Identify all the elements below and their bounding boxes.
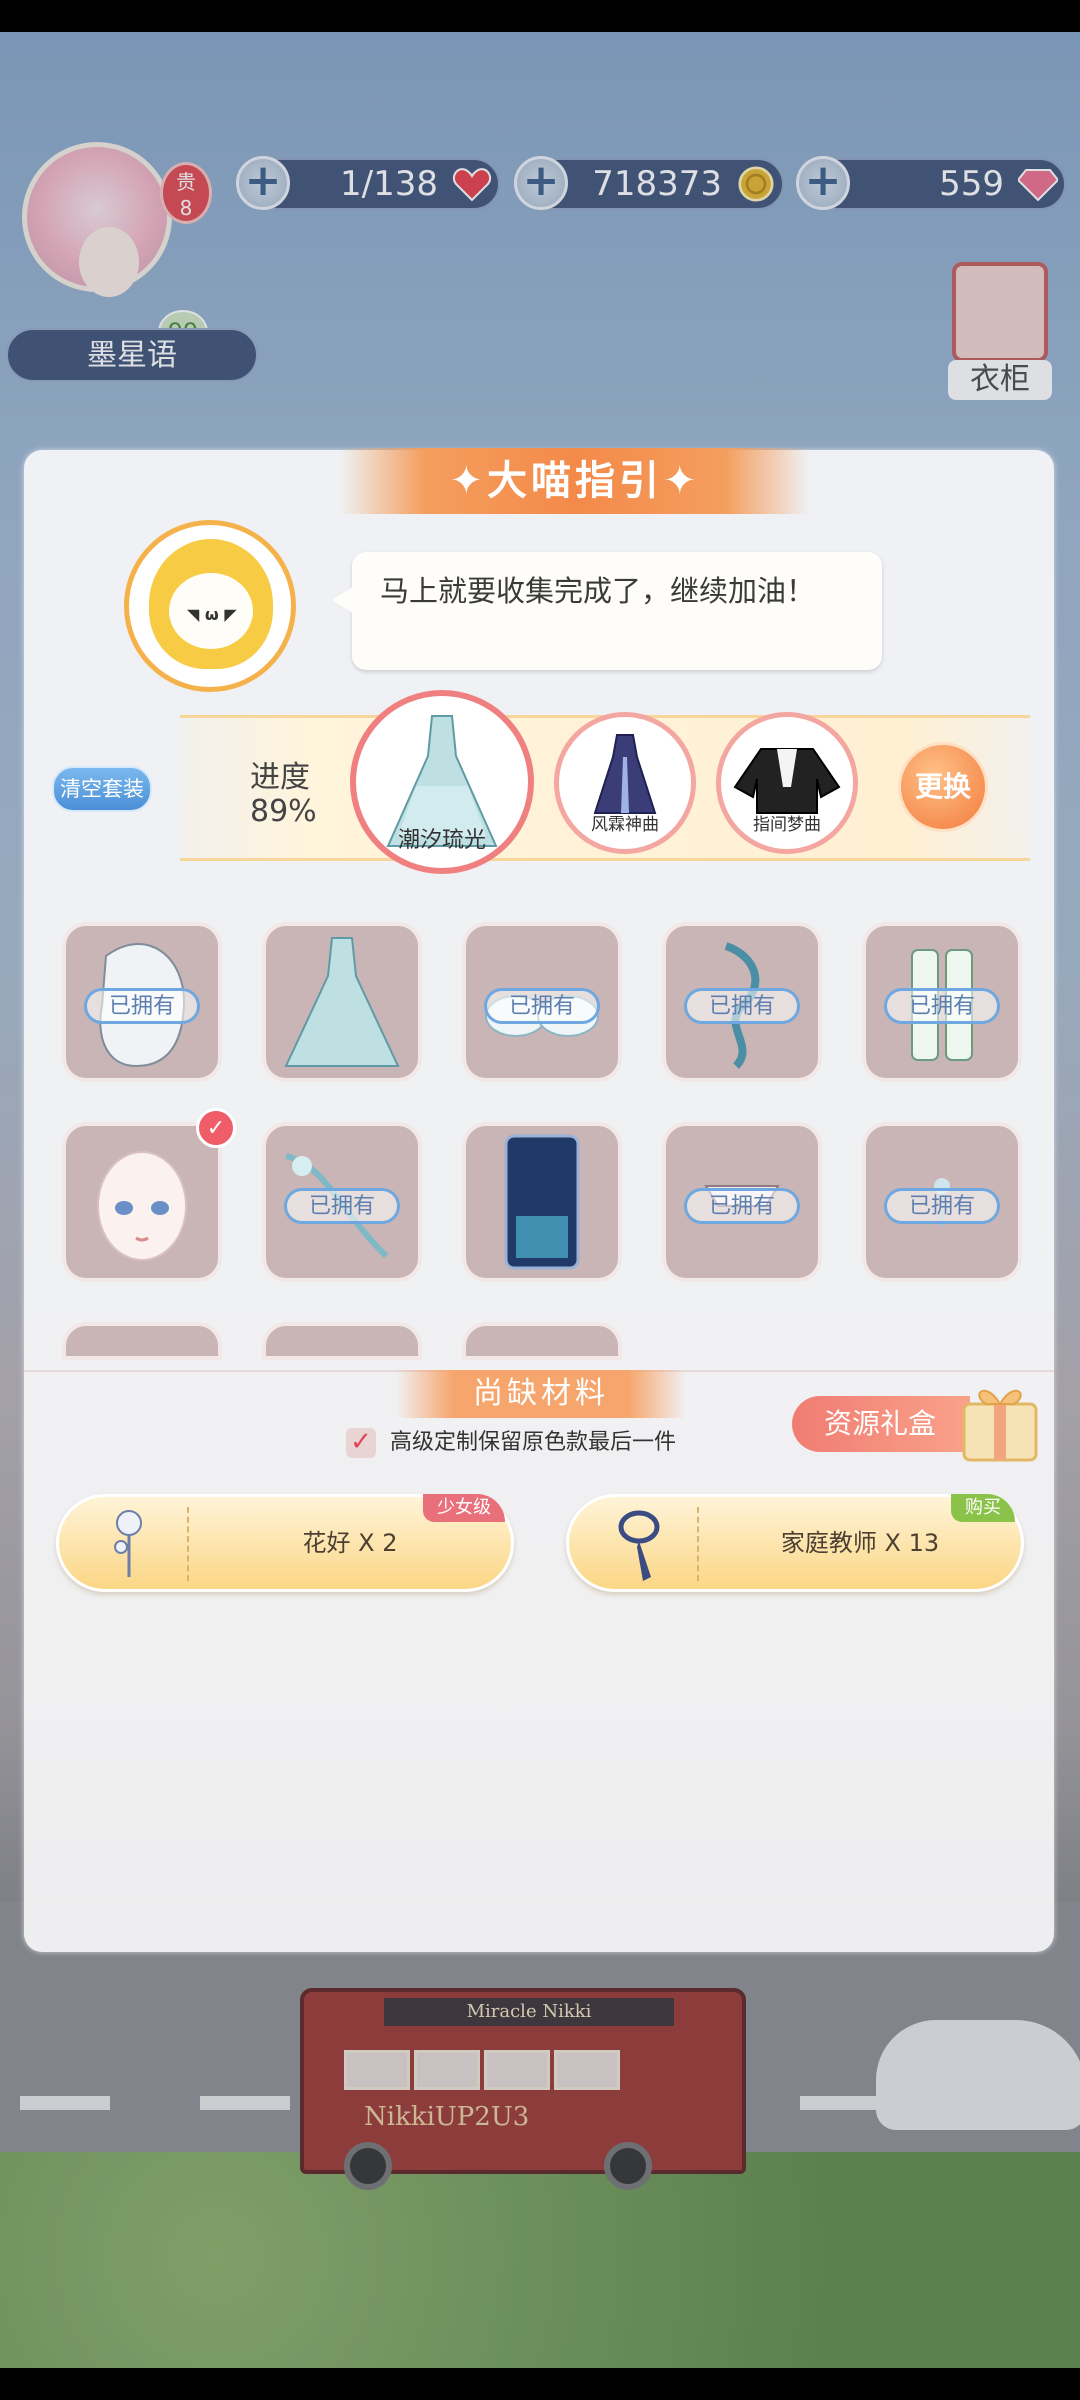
item-slot-makeup[interactable]	[62, 1122, 222, 1282]
progress-value: 89%	[250, 794, 317, 829]
navigation-bar	[0, 2368, 1080, 2400]
material-card-2[interactable]: 家庭教师 X 13 购买	[566, 1494, 1024, 1592]
item-slot-hair-ornament[interactable]: 已拥有	[662, 1122, 822, 1282]
material-card-1[interactable]: 花好 X 2 少女级	[56, 1494, 514, 1592]
suit-slot-2[interactable]: 风霖神曲	[554, 712, 696, 854]
owned-badge: 已拥有	[684, 988, 800, 1024]
item-slot[interactable]	[62, 1322, 222, 1360]
clear-suit-button[interactable]: 清空套装	[52, 766, 152, 812]
material-tag: 少女级	[423, 1494, 505, 1522]
item-slot-hair[interactable]: 已拥有	[62, 922, 222, 1082]
guide-title: ✦大喵指引✦	[340, 448, 810, 514]
owned-badge: 已拥有	[84, 988, 200, 1024]
makeup-icon	[97, 1151, 187, 1261]
owned-badge: 已拥有	[884, 1188, 1000, 1224]
guide-message: 马上就要收集完成了，继续加油！	[332, 552, 882, 670]
owned-badge: 已拥有	[284, 1188, 400, 1224]
progress-label: 进度	[250, 760, 310, 795]
gift-box-icon[interactable]	[956, 1374, 1044, 1464]
item-slot[interactable]	[262, 1322, 422, 1360]
suit-slot-3[interactable]: 指间梦曲	[716, 712, 858, 854]
suit-name: 风霖神曲	[591, 815, 659, 835]
gown-icon	[284, 937, 400, 1067]
item-slot[interactable]	[462, 1322, 622, 1360]
item-slot-shoes[interactable]: 已拥有	[862, 922, 1022, 1082]
missing-materials-title: 尚缺材料	[396, 1370, 686, 1418]
item-slot-ornament[interactable]: 已拥有	[262, 1122, 422, 1282]
owned-badge: 已拥有	[484, 988, 600, 1024]
change-button[interactable]: 更换	[898, 742, 988, 832]
selected-check-icon: ✓	[196, 1108, 236, 1148]
background-icon	[504, 1134, 580, 1270]
cat-guide-avatar: ◥ ω ◤	[124, 520, 296, 692]
suit-name: 指间梦曲	[753, 815, 821, 835]
item-slot-background[interactable]	[462, 1122, 622, 1282]
owned-badge: 已拥有	[884, 988, 1000, 1024]
item-slot-earring[interactable]: 已拥有	[862, 1122, 1022, 1282]
suit-name: 潮汐琉光	[397, 828, 486, 853]
tie-icon	[618, 1510, 660, 1581]
owned-badge: 已拥有	[684, 1188, 800, 1224]
keep-original-checkbox[interactable]: ✓	[346, 1428, 376, 1458]
item-slot-gloves[interactable]: 已拥有	[462, 922, 622, 1082]
resource-gift-button[interactable]: 资源礼盒	[792, 1396, 970, 1452]
item-slot-necklace[interactable]: 已拥有	[662, 922, 822, 1082]
suit-slot-main[interactable]: 潮汐琉光	[350, 690, 534, 874]
flower-hairpin-icon	[114, 1510, 142, 1577]
status-bar	[0, 0, 1080, 32]
item-slot-gown[interactable]	[262, 922, 422, 1082]
keep-original-label[interactable]: 高级定制保留原色款最后一件	[390, 1428, 676, 1458]
